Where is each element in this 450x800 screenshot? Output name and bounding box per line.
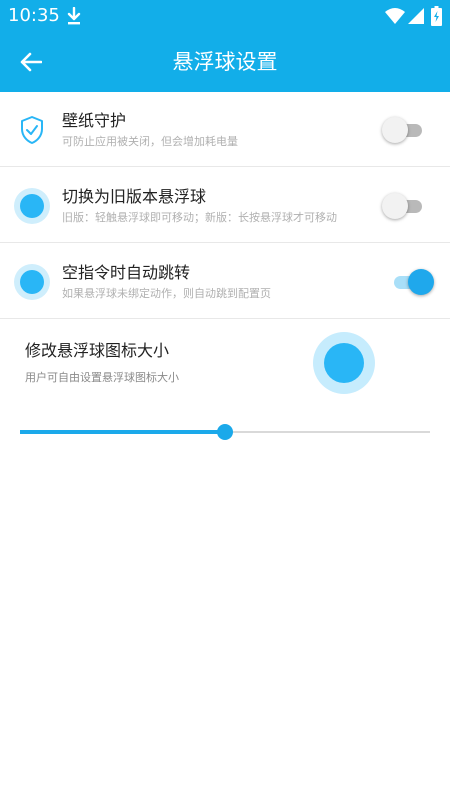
toggle-thumb <box>408 269 434 295</box>
setting-title: 壁纸守护 <box>62 111 127 130</box>
shield-check-icon <box>21 116 43 144</box>
battery-icon <box>431 6 442 26</box>
page-title: 悬浮球设置 <box>172 50 278 74</box>
app-bar: 悬浮球设置 <box>0 32 450 92</box>
setting-row-wallpaper-guard[interactable]: 壁纸守护 可防止应用被关闭，但会增加耗电量 <box>0 92 450 167</box>
slider-thumb[interactable] <box>217 424 233 440</box>
wallpaper-guard-toggle[interactable] <box>382 117 428 143</box>
float-ball-icon <box>14 264 50 300</box>
size-slider[interactable] <box>20 421 430 443</box>
toggle-thumb <box>382 193 408 219</box>
setting-title: 空指令时自动跳转 <box>62 263 191 282</box>
wifi-icon <box>385 8 405 24</box>
setting-subtitle: 如果悬浮球未绑定动作，则自动跳到配置页 <box>62 287 271 300</box>
auto-jump-toggle[interactable] <box>388 269 434 295</box>
old-version-toggle[interactable] <box>382 193 428 219</box>
status-time: 10:35 <box>8 5 60 26</box>
float-ball-preview <box>313 332 375 394</box>
setting-row-old-version[interactable]: 切换为旧版本悬浮球 旧版：轻触悬浮球即可移动；新版：长按悬浮球才可移动 <box>0 168 450 243</box>
setting-row-auto-jump[interactable]: 空指令时自动跳转 如果悬浮球未绑定动作，则自动跳到配置页 <box>0 244 450 319</box>
size-setting-subtitle: 用户可自由设置悬浮球图标大小 <box>25 371 179 384</box>
screen: 10:35 悬浮球设置 壁纸守护 可防止应用被关闭，但会增加耗电量 切换为旧版本… <box>0 0 450 800</box>
setting-title: 切换为旧版本悬浮球 <box>62 187 207 206</box>
download-icon <box>67 7 81 25</box>
status-bar: 10:35 <box>0 0 450 32</box>
size-setting-title: 修改悬浮球图标大小 <box>25 341 170 360</box>
toggle-thumb <box>382 117 408 143</box>
float-ball-icon <box>14 188 50 224</box>
signal-icon <box>408 8 424 24</box>
setting-subtitle: 可防止应用被关闭，但会增加耗电量 <box>62 135 238 148</box>
slider-fill <box>20 430 225 434</box>
setting-subtitle: 旧版：轻触悬浮球即可移动；新版：长按悬浮球才可移动 <box>62 211 337 224</box>
